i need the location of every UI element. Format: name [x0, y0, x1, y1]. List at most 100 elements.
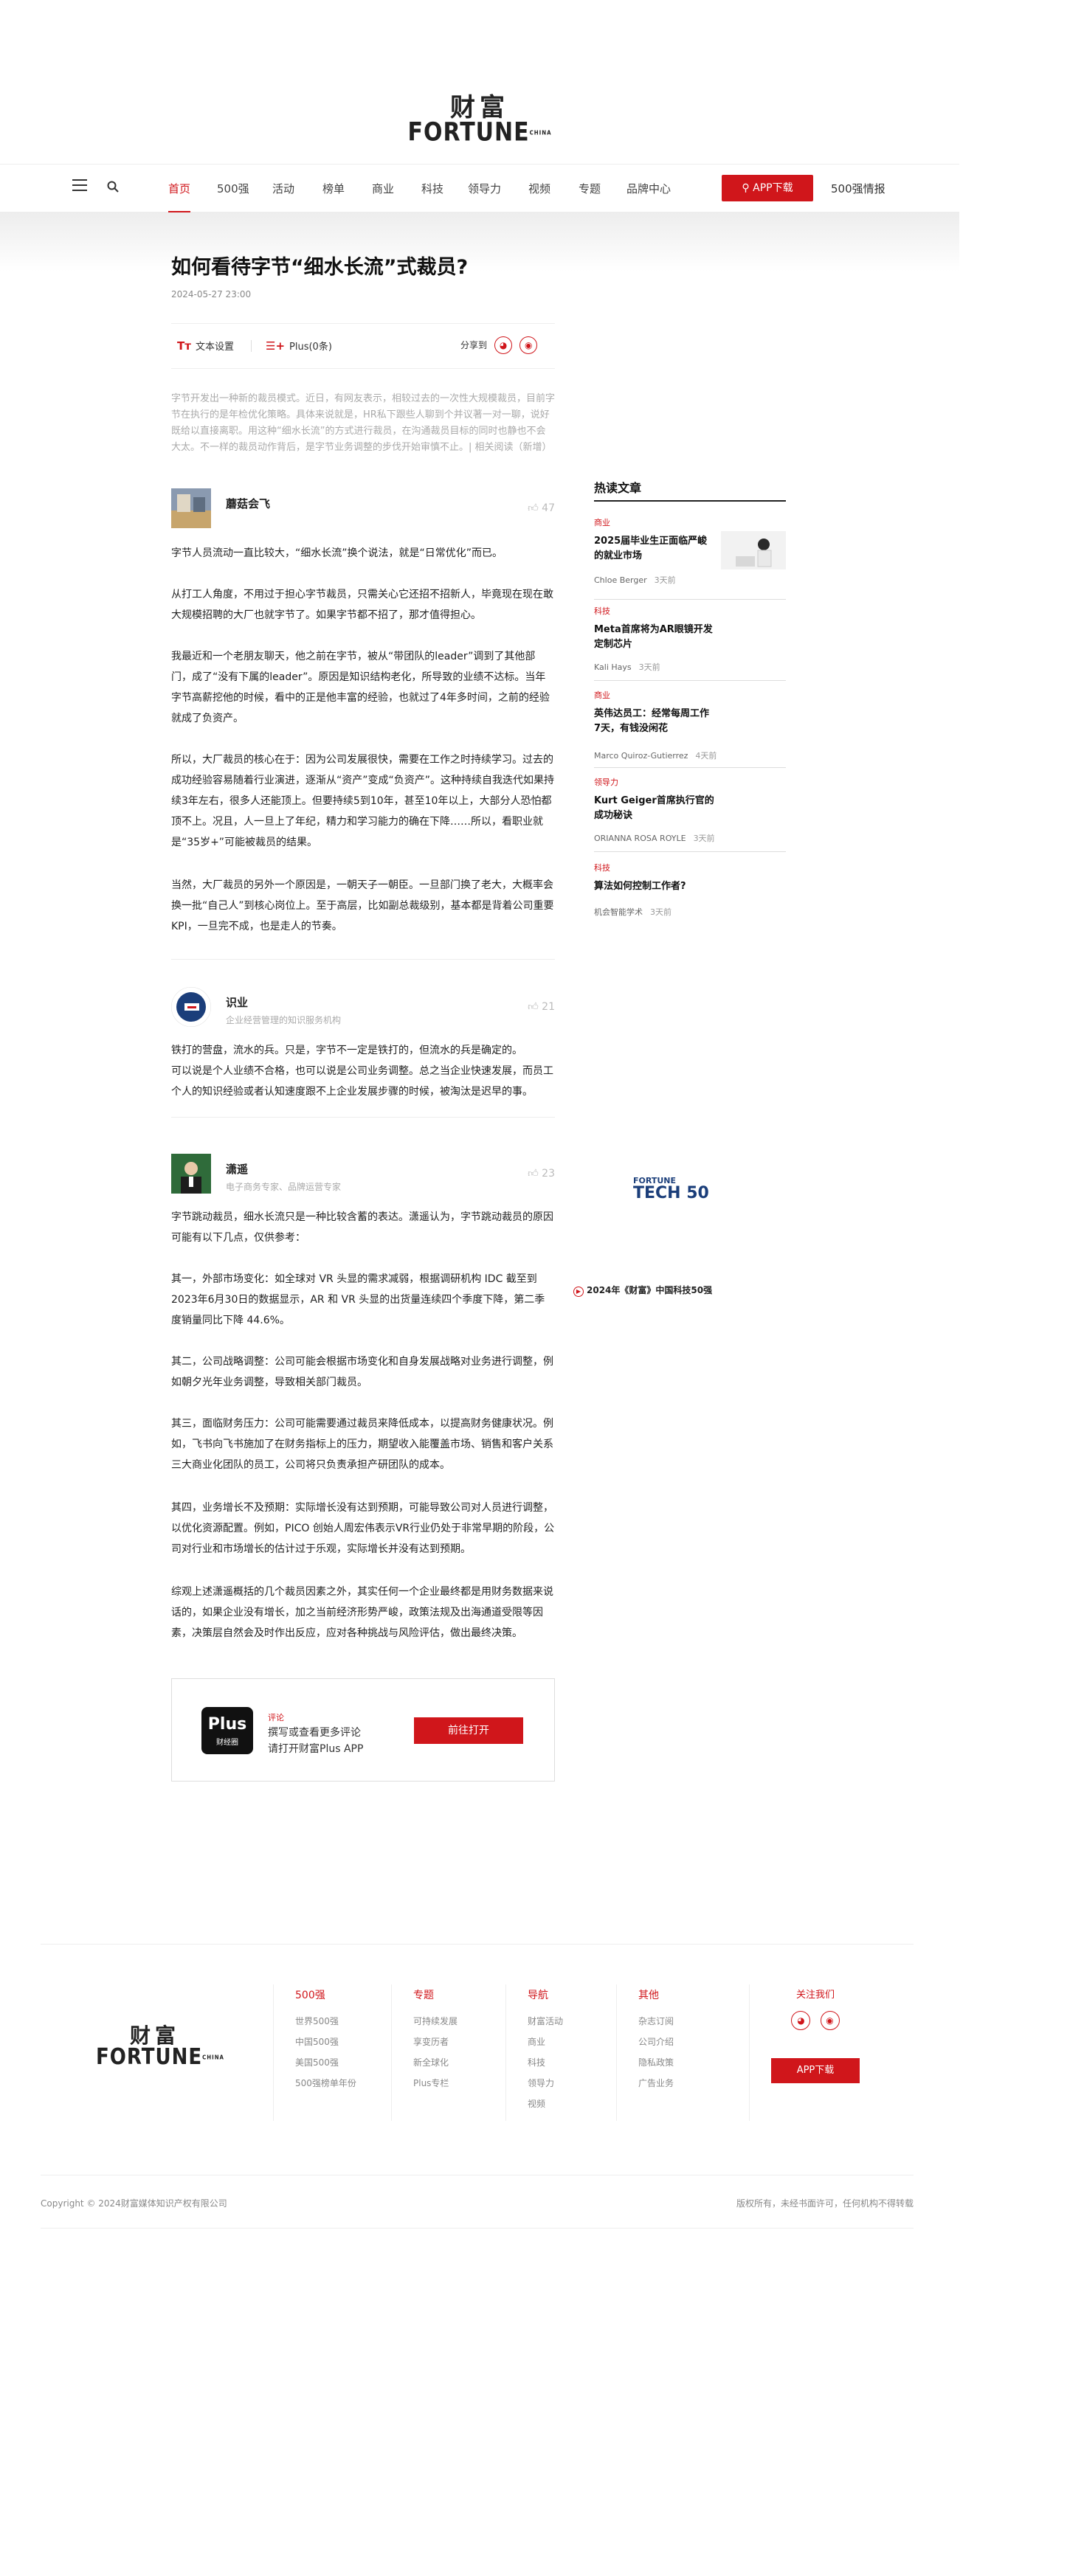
avatar[interactable]: [171, 1154, 211, 1194]
answer-paragraph: 其一，外部市场变化：如全球对 VR 头显的需求减弱，根据调研机构 IDC 截至到…: [171, 1273, 545, 1326]
rights-notice: 版权所有，未经书面许可，任何机构不得转载: [736, 2198, 914, 2209]
footer-link[interactable]: 广告业务: [638, 2073, 674, 2094]
hot-article-item[interactable]: 科技 Meta首席将为AR眼镜开发定制芯片 Kali Hays 3天前: [594, 605, 786, 679]
text-settings-button[interactable]: Tт 文本设置: [177, 339, 234, 353]
avatar[interactable]: [171, 488, 211, 528]
article-summary: 字节开发出一种新的裁员模式。近日，有网友表示，相较过去的一次性大规模裁员，目前字…: [171, 393, 556, 453]
plus-logo-sub: 财经圈: [216, 1739, 238, 1747]
hot-article-title[interactable]: 2025届毕业生正面临严峻的就业市场: [594, 534, 716, 564]
hot-article-title[interactable]: 英伟达员工：经常每周工作7天，有钱没闲花: [594, 707, 716, 736]
footer-link[interactable]: 商业: [528, 2032, 563, 2052]
hot-article-item[interactable]: 商业 2025届毕业生正面临严峻的就业市场 Chloe Berger 3天前: [594, 516, 786, 590]
nav-item-leadership[interactable]: 领导力: [468, 165, 501, 213]
answer-paragraph: 其三，面临财务压力：公司可能需要通过裁员来降低成本，以提高财务健康状况。例如，飞…: [171, 1418, 553, 1471]
author-name[interactable]: 潇遥: [226, 1161, 248, 1177]
hot-article-item[interactable]: 领导力 Kurt Geiger首席执行官的成功秘诀 ORIANNA ROSA R…: [594, 776, 786, 850]
footer-logo-english: FORTUNECHINA: [96, 2044, 224, 2071]
weibo-icon[interactable]: ◉: [519, 336, 538, 354]
hot-article-title[interactable]: 算法如何控制工作者?: [594, 879, 716, 894]
hot-article-title[interactable]: Meta首席将为AR眼镜开发定制芯片: [594, 623, 716, 652]
wechat-icon[interactable]: ◕: [791, 2011, 811, 2030]
plus-comments-button[interactable]: ☰+ Plus(0条): [266, 339, 332, 353]
menu-icon[interactable]: [72, 179, 87, 191]
nav-item-500[interactable]: 500强: [217, 165, 249, 213]
hot-article-item[interactable]: 科技 算法如何控制工作者? 机会智能学术 3天前: [594, 862, 786, 921]
hot-article-meta: Chloe Berger 3天前: [594, 575, 676, 585]
footer-bottom-line: [41, 2228, 914, 2229]
answer-paragraph: 字节跳动裁员，细水长流只是一种比较含蓄的表达。潇遥认为，字节跳动裁员的原因可能有…: [171, 1211, 553, 1244]
author-name[interactable]: 识业: [226, 994, 248, 1010]
footer-column-navigation: 导航 财富活动 商业 科技 领导力 视频: [505, 1984, 563, 2121]
avatar[interactable]: [171, 987, 211, 1027]
nav-item-home[interactable]: 首页: [168, 165, 191, 213]
tech50-caption[interactable]: ▶ 2024年《财富》中国科技50强: [573, 1284, 712, 1297]
tech50-logo-bottom: TECH 50: [633, 1184, 709, 1199]
footer-link[interactable]: 杂志订阅: [638, 2011, 674, 2032]
hot-article-category: 领导力: [594, 778, 618, 787]
footer-column-divider: [749, 1984, 750, 2121]
hot-article-category: 商业: [594, 518, 610, 527]
footer-column-divider: [616, 1984, 617, 2121]
intel-link[interactable]: 500强情报: [831, 165, 886, 213]
like-count[interactable]: 👍︎ 47: [528, 502, 555, 514]
like-count[interactable]: 👍︎ 23: [528, 1167, 555, 1180]
footer-link[interactable]: 美国500强: [295, 2052, 356, 2073]
answer-paragraph: 字节人员流动一直比较大，“细水长流”换个说法，就是“日常优化”而已。: [171, 547, 503, 559]
footer-link[interactable]: 财富活动: [528, 2011, 563, 2032]
footer-logo[interactable]: 财富 FORTUNECHINA: [96, 2025, 224, 2070]
wechat-icon[interactable]: ◕: [494, 336, 513, 354]
footer-link[interactable]: 科技: [528, 2052, 563, 2073]
hot-article-title[interactable]: Kurt Geiger首席执行官的成功秘诀: [594, 794, 716, 823]
footer-link[interactable]: 领导力: [528, 2073, 563, 2094]
weibo-icon[interactable]: ◉: [820, 2011, 840, 2030]
app-download-button[interactable]: ⚲ APP下载: [722, 175, 813, 201]
footer-link[interactable]: 500强榜单年份: [295, 2073, 356, 2094]
nav-item-brand-center[interactable]: 品牌中心: [626, 165, 671, 213]
nav-item-tech[interactable]: 科技: [421, 165, 443, 213]
hot-article-item[interactable]: 商业 英伟达员工：经常每周工作7天，有钱没闲花 Marco Quiroz-Gut…: [594, 689, 786, 763]
tech50-ad-banner[interactable]: FORTUNE TECH 50: [633, 1177, 722, 1199]
footer-follow: 关注我们 ◕ ◉ APP下载: [749, 1984, 860, 2121]
author-name[interactable]: 蘑菇会飞: [226, 496, 270, 511]
thumb-up-icon: 👍︎: [528, 1168, 542, 1180]
author-description: 电子商务专家、品牌运营专家: [226, 1182, 342, 1192]
footer-link[interactable]: 视频: [528, 2094, 563, 2114]
footer-link[interactable]: Plus专栏: [413, 2073, 458, 2094]
footer-app-download-button[interactable]: APP下载: [771, 2058, 860, 2083]
footer-column-divider: [391, 1984, 392, 2121]
main-nav: 首页 500强 活动 榜单 商业 科技 领导力 视频 专题 品牌中心 ⚲ APP…: [0, 164, 959, 213]
footer-column-heading: 其他: [638, 1990, 659, 2001]
hot-separator: [594, 767, 786, 768]
footer-link[interactable]: 新全球化: [413, 2052, 458, 2073]
nav-item-rankings[interactable]: 榜单: [322, 165, 345, 213]
footer-link[interactable]: 隐私政策: [638, 2052, 674, 2073]
answer-paragraph: 当然，大厂裁员的另外一个原因是，一朝天子一朝臣。一旦部门换了老大，大概率会换一批…: [171, 879, 554, 932]
nav-item-events[interactable]: 活动: [272, 165, 294, 213]
comment-tag: 评论: [268, 1713, 284, 1722]
copyright-text: Copyright © 2024财富媒体知识产权有限公司: [41, 2198, 227, 2209]
nav-item-business[interactable]: 商业: [372, 165, 394, 213]
answer-paragraph: 其四，业务增长不及预期：实际增长没有达到预期，可能导致公司对人员进行调整，以优化…: [171, 1502, 555, 1555]
open-app-button[interactable]: 前往打开: [414, 1717, 523, 1744]
nav-item-video[interactable]: 视频: [528, 165, 550, 213]
answer-divider: [171, 959, 555, 960]
hot-article-thumbnail[interactable]: [721, 531, 786, 569]
footer-column-divider: [505, 1984, 506, 2121]
plus-prompt-line2: 请打开财富Plus APP: [268, 1743, 364, 1755]
footer-column-divider: [273, 1984, 274, 2121]
footer-column-topics: 专题 可持续发展 享变历者 新全球化 Plus专栏: [391, 1984, 458, 2121]
site-logo[interactable]: 财富 FORTUNECHINA: [398, 94, 561, 146]
answer-paragraph: 综观上述潇遥概括的几个裁员因素之外，其实任何一个企业最终都是用财务数据来说话的，…: [171, 1586, 553, 1639]
footer-link[interactable]: 世界500强: [295, 2011, 356, 2032]
search-icon[interactable]: [106, 180, 120, 196]
answer-paragraph: 可以说是个人业绩不合格，也可以说是公司业务调整。总之当企业快速发展，而员工个人的…: [171, 1065, 553, 1098]
footer-link[interactable]: 可持续发展: [413, 2011, 458, 2032]
answer-header: 识业 企业经营管理的知识服务机构 👍︎ 21: [171, 987, 555, 1031]
footer-link[interactable]: 中国500强: [295, 2032, 356, 2052]
play-icon: ▶: [573, 1287, 584, 1297]
like-count[interactable]: 👍︎ 21: [528, 1000, 555, 1013]
footer-link[interactable]: 享变历者: [413, 2032, 458, 2052]
article-date: 2024-05-27 23:00: [171, 289, 252, 300]
nav-item-topics[interactable]: 专题: [579, 165, 601, 213]
footer-link[interactable]: 公司介绍: [638, 2032, 674, 2052]
